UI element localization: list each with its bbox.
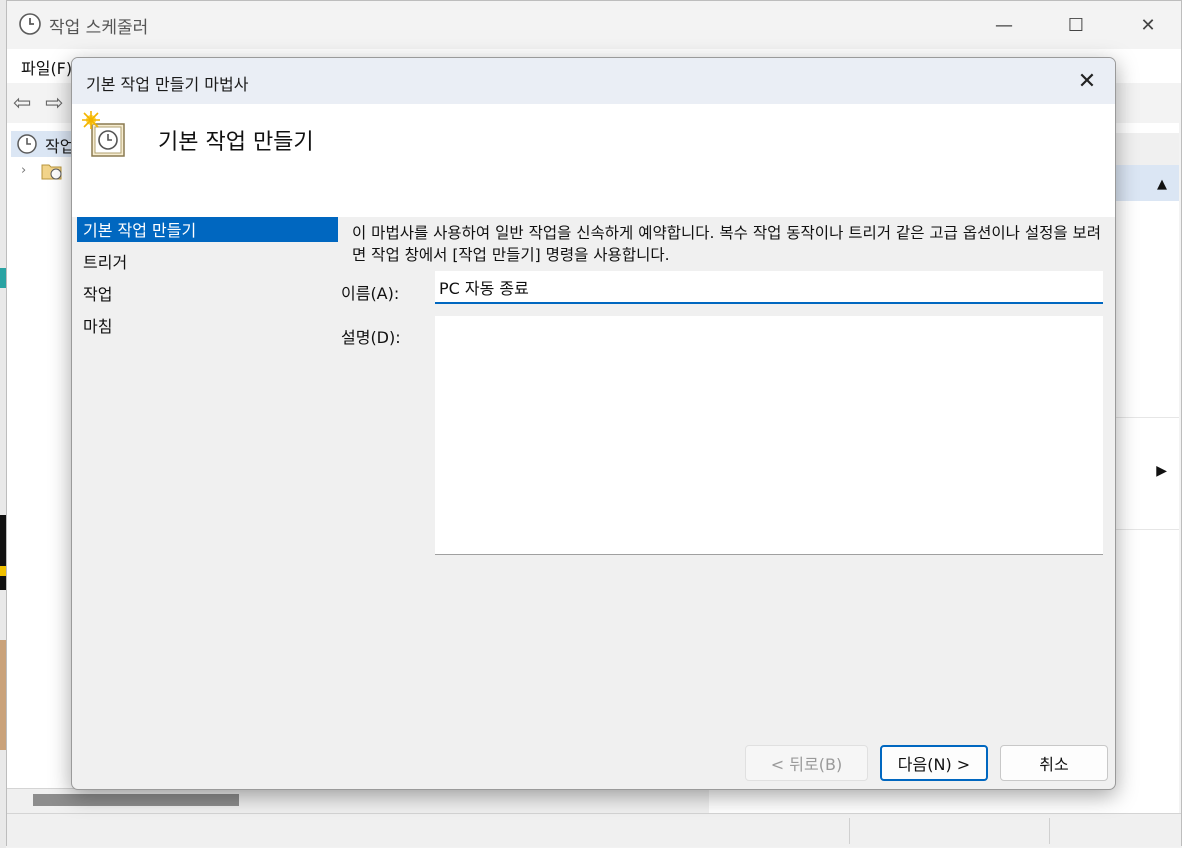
dialog-title-bar: 기본 작업 만들기 마법사 ✕ <box>72 58 1115 104</box>
wizard-description: 이 마법사를 사용하여 일반 작업을 신속하게 예약합니다. 복수 작업 동작이… <box>352 224 1102 264</box>
status-separator <box>849 818 850 844</box>
nav-item-action[interactable]: 작업 <box>83 281 112 305</box>
chevron-right-icon[interactable]: › <box>21 163 26 178</box>
nav-item-create-basic-task[interactable]: 기본 작업 만들기 <box>83 217 196 241</box>
clock-icon <box>19 13 41 35</box>
clock-icon <box>17 134 37 154</box>
collapse-up-icon[interactable]: ▲ <box>1157 177 1167 192</box>
maximize-button[interactable]: ☐ <box>1047 1 1105 49</box>
create-basic-task-wizard: 기본 작업 만들기 마법사 ✕ 기본 작업 만들기 기본 작업 만들기 트리거 … <box>71 57 1116 790</box>
scrollbar-thumb[interactable] <box>33 794 239 806</box>
folder-clock-icon[interactable] <box>41 161 63 181</box>
back-button[interactable]: < 뒤로(B) <box>745 745 868 781</box>
back-arrow-icon[interactable]: ⇦ <box>13 91 31 116</box>
window-title: 작업 스케줄러 <box>49 18 149 38</box>
name-field[interactable] <box>435 271 1103 304</box>
close-button[interactable]: ✕ <box>1119 1 1177 49</box>
submenu-arrow-icon[interactable]: ▶ <box>1156 463 1167 479</box>
nav-item-trigger[interactable]: 트리거 <box>83 249 127 273</box>
dialog-header: 기본 작업 만들기 <box>72 104 1115 217</box>
menu-file[interactable]: 파일(F) <box>21 55 72 79</box>
horizontal-scrollbar[interactable] <box>7 788 709 813</box>
status-bar <box>7 813 1181 847</box>
title-bar: 작업 스케줄러 — ☐ ✕ <box>7 1 1181 49</box>
name-label: 이름(A): <box>341 284 400 303</box>
next-button[interactable]: 다음(N) > <box>880 745 988 781</box>
nav-item-finish[interactable]: 마침 <box>83 313 112 337</box>
description-field[interactable] <box>435 316 1103 555</box>
forward-arrow-icon[interactable]: ⇨ <box>45 91 63 116</box>
wizard-heading: 기본 작업 만들기 <box>158 130 314 155</box>
description-label: 설명(D): <box>341 328 401 347</box>
wizard-clock-icon <box>82 111 125 157</box>
minimize-button[interactable]: — <box>975 1 1033 49</box>
cancel-button[interactable]: 취소 <box>1000 745 1108 781</box>
dialog-title: 기본 작업 만들기 마법사 <box>86 75 249 94</box>
status-separator <box>1049 818 1050 844</box>
dialog-close-button[interactable]: ✕ <box>1067 64 1107 98</box>
